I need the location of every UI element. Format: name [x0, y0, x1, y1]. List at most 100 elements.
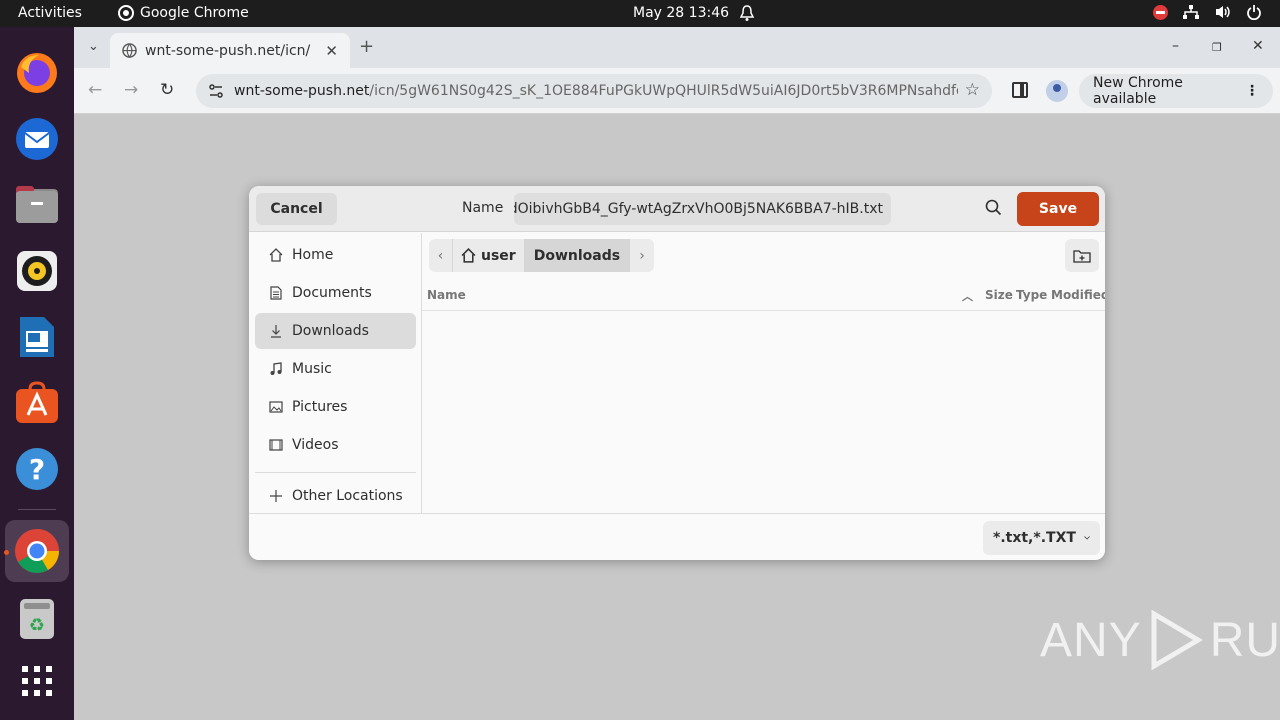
address-bar[interactable]: wnt-some-push.net/icn/5gW61NS0g42S_sK_1O…	[196, 74, 992, 108]
place-label: Pictures	[292, 399, 348, 415]
path-forward-chevron-icon[interactable]: ›	[630, 239, 655, 272]
browser-tab[interactable]: wnt-some-push.net/icn/ ✕	[110, 33, 350, 68]
place-label: Other Locations	[292, 488, 403, 504]
clock[interactable]: May 28 13:46	[633, 5, 729, 21]
firefox-icon[interactable]	[13, 49, 61, 97]
place-label: Downloads	[292, 323, 369, 339]
stop-recording-icon[interactable]	[1153, 4, 1168, 20]
reload-icon[interactable]: ↻	[160, 80, 174, 100]
filter-value: *.txt,*.TXT	[993, 530, 1076, 546]
globe-icon	[122, 43, 137, 58]
trash-icon[interactable]: ♻	[13, 595, 61, 643]
profile-avatar-icon[interactable]	[1046, 80, 1068, 102]
running-indicator	[4, 550, 9, 555]
help-icon[interactable]: ?	[13, 445, 61, 493]
home-icon	[269, 248, 283, 262]
place-pictures[interactable]: Pictures	[255, 389, 416, 425]
svg-text:♻: ♻	[29, 615, 45, 636]
activities-button[interactable]: Activities	[18, 5, 82, 21]
home-icon	[461, 248, 476, 263]
network-icon	[1183, 5, 1199, 19]
place-home[interactable]: Home	[255, 237, 416, 273]
show-apps-icon[interactable]	[13, 657, 61, 705]
place-label: Documents	[292, 285, 372, 301]
file-type-filter[interactable]: *.txt,*.TXT	[983, 521, 1100, 555]
path-home-button[interactable]: user	[453, 239, 525, 272]
path-current-label: Downloads	[533, 247, 621, 264]
column-modified[interactable]: Modified	[1051, 288, 1105, 302]
place-other-locations[interactable]: Other Locations	[255, 478, 416, 514]
side-panel-icon[interactable]	[1012, 82, 1028, 98]
path-back-chevron-icon[interactable]: ‹	[429, 239, 453, 272]
chrome-icon[interactable]	[13, 527, 61, 575]
save-file-dialog: Cancel Name kdOibivhGbB4_Gfy-wtAgZrxVhO0…	[249, 186, 1105, 560]
filename-input[interactable]: kdOibivhGbB4_Gfy-wtAgZrxVhO0Bj5NAK6BBA7-…	[514, 193, 891, 225]
column-name[interactable]: Name	[427, 288, 466, 302]
files-icon[interactable]	[13, 181, 61, 229]
column-size[interactable]: Size	[985, 288, 1013, 302]
place-documents[interactable]: Documents	[255, 275, 416, 311]
tab-strip: ⌄ wnt-some-push.net/icn/ ✕ + – ❐ ✕	[74, 27, 1280, 68]
video-icon	[269, 439, 283, 451]
music-icon	[270, 362, 282, 375]
places-sidebar: Home Documents Downloads Music Pictures …	[249, 233, 422, 514]
name-label: Name	[462, 200, 504, 216]
app-center-icon[interactable]	[13, 379, 61, 427]
place-label: Home	[292, 247, 334, 263]
path-current-button[interactable]: Downloads	[524, 239, 631, 272]
writer-icon[interactable]	[13, 313, 61, 361]
bookmark-star-icon[interactable]: ☆	[965, 80, 980, 100]
restore-icon[interactable]: ❐	[1212, 41, 1222, 54]
cancel-button[interactable]: Cancel	[256, 193, 337, 225]
dialog-header: Cancel Name kdOibivhGbB4_Gfy-wtAgZrxVhO0…	[249, 186, 1105, 232]
tab-close-icon[interactable]: ✕	[325, 42, 338, 60]
browser-toolbar: ← → ↻ wnt-some-push.net/icn/5gW61NS0g42S…	[74, 68, 1280, 114]
power-icon	[1247, 5, 1261, 20]
back-icon[interactable]: ←	[88, 80, 102, 100]
plus-icon	[270, 490, 282, 502]
forward-icon[interactable]: →	[124, 80, 138, 100]
download-icon	[271, 325, 281, 338]
picture-icon	[269, 401, 283, 413]
rhythmbox-icon[interactable]	[13, 247, 61, 295]
place-label: Music	[292, 361, 332, 377]
dialog-footer: *.txt,*.TXT	[249, 513, 1105, 560]
volume-icon	[1216, 6, 1230, 18]
app-menu[interactable]: Google Chrome	[118, 5, 249, 21]
dock-separator	[18, 509, 56, 510]
svg-text:?: ?	[29, 453, 45, 486]
chevron-down-icon	[1084, 536, 1090, 540]
sort-chevron-up-icon[interactable]: ︿	[962, 288, 973, 304]
site-info-icon[interactable]	[208, 83, 224, 99]
notification-bell-icon	[739, 5, 755, 21]
more-vert-icon[interactable]: ⋮	[1245, 83, 1259, 99]
tab-title: wnt-some-push.net/icn/	[145, 42, 311, 59]
url-host: wnt-some-push.net	[234, 83, 370, 99]
new-chrome-label: New Chrome available	[1093, 75, 1183, 107]
path-home-label: user	[481, 247, 516, 264]
anyrun-watermark: ANY RUN	[1040, 610, 1280, 670]
new-chrome-available-button[interactable]: New Chrome available ⋮	[1079, 74, 1273, 108]
system-tray[interactable]	[1153, 4, 1262, 20]
play-logo-icon	[1151, 610, 1203, 670]
place-videos[interactable]: Videos	[255, 427, 416, 463]
filename-value: kdOibivhGbB4_Gfy-wtAgZrxVhO0Bj5NAK6BBA7-…	[514, 201, 883, 217]
chrome-small-icon	[118, 5, 134, 21]
file-list-header: Name ︿ Size Type Modified	[422, 282, 1105, 311]
search-icon[interactable]	[985, 199, 1002, 216]
thunderbird-icon[interactable]	[13, 115, 61, 163]
new-folder-button[interactable]	[1065, 239, 1099, 272]
watermark-left: ANY	[1040, 613, 1142, 667]
column-type[interactable]: Type	[1016, 288, 1047, 302]
new-tab-icon[interactable]: +	[359, 36, 374, 57]
tab-search-chevron-icon[interactable]: ⌄	[88, 39, 99, 54]
url-path: /icn/5gW61NS0g42S_sK_1OE884FuPGkUWpQHUlR…	[369, 83, 958, 99]
minimize-icon[interactable]: –	[1172, 38, 1179, 54]
app-name: Google Chrome	[140, 5, 249, 21]
place-downloads[interactable]: Downloads	[255, 313, 416, 349]
watermark-right: RUN	[1209, 613, 1280, 667]
places-separator	[255, 472, 416, 473]
save-button[interactable]: Save	[1017, 192, 1099, 226]
window-close-icon[interactable]: ✕	[1252, 38, 1264, 54]
place-music[interactable]: Music	[255, 351, 416, 387]
